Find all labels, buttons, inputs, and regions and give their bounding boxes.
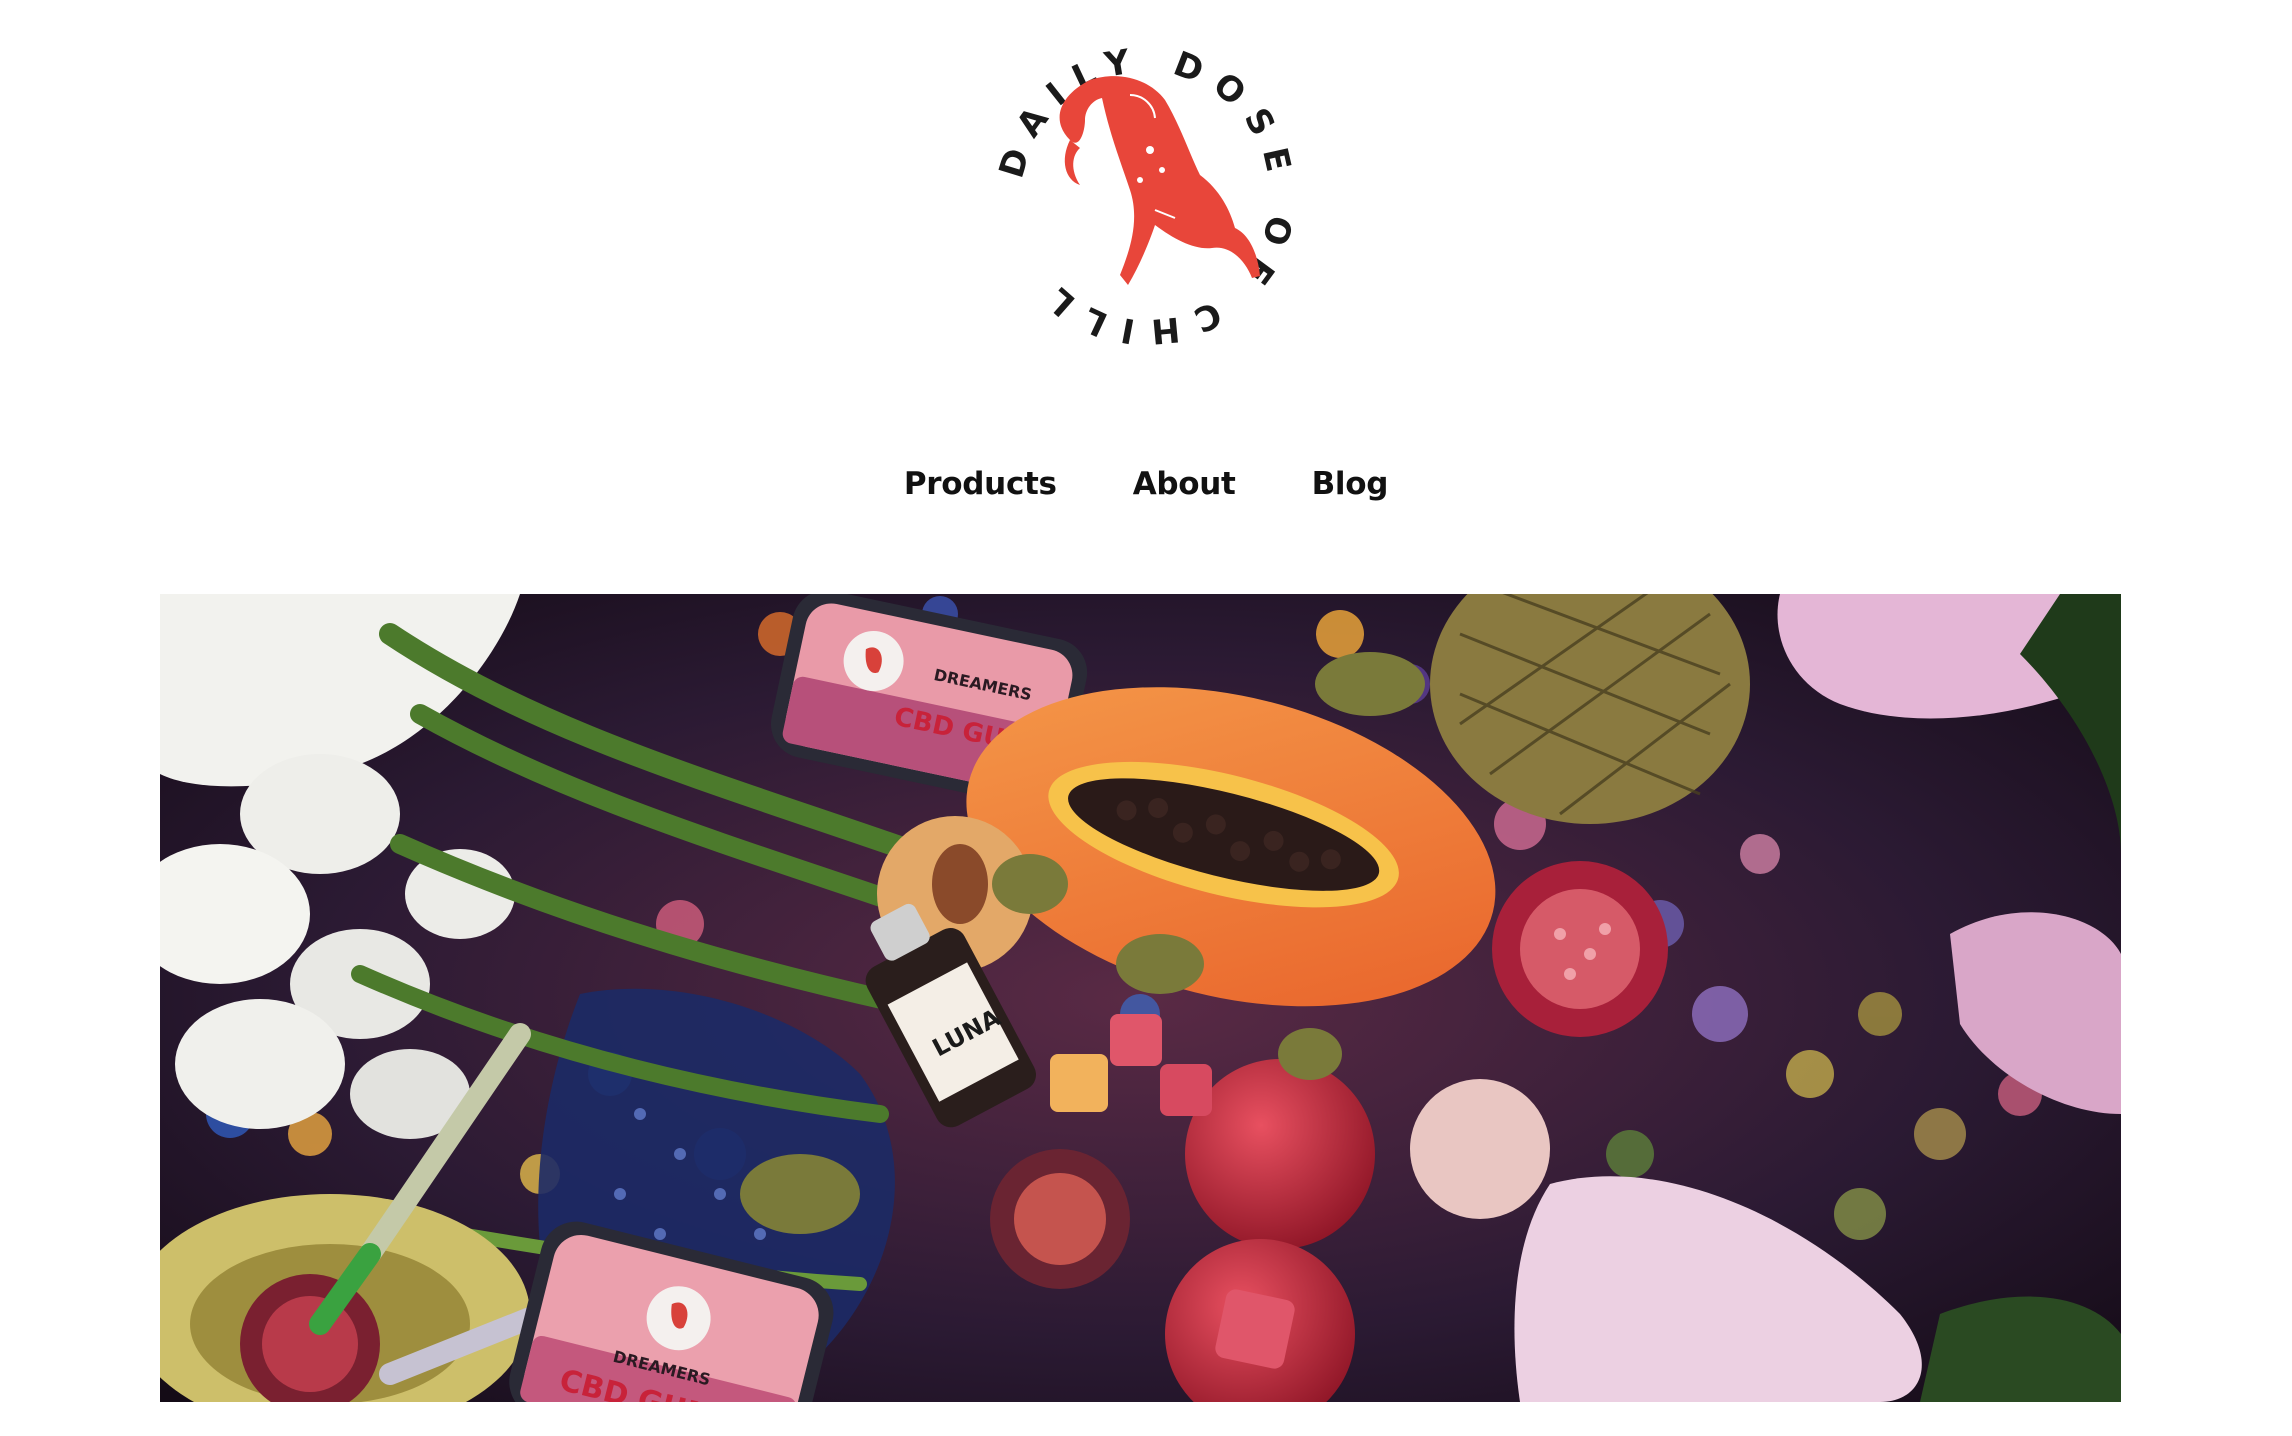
brand-logo[interactable]: DAILY DOSE OF CHILL xyxy=(990,40,1302,352)
rose-quartz xyxy=(1410,1079,1550,1219)
pomegranate-open xyxy=(1492,861,1668,1037)
main-nav: Products About Blog xyxy=(0,466,2292,502)
nav-item-blog[interactable]: Blog xyxy=(1312,466,1389,502)
nav-item-about[interactable]: About xyxy=(1133,466,1236,502)
nav-item-products[interactable]: Products xyxy=(904,466,1057,502)
pomegranate-1 xyxy=(1185,1059,1375,1249)
hero-image: DREAMERS CBD GUMMIES xyxy=(160,594,2121,1402)
